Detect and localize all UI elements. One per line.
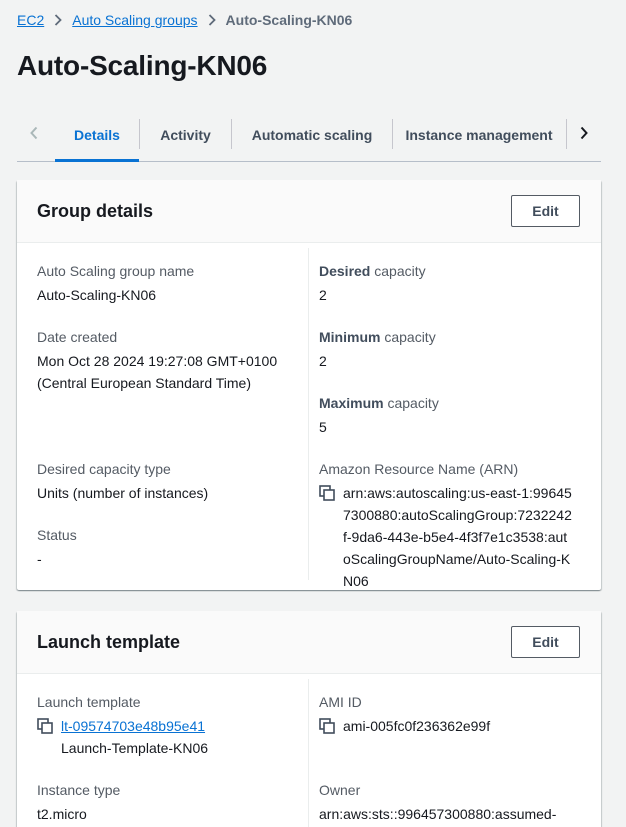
breadcrumb-ec2-link[interactable]: EC2 bbox=[17, 12, 44, 28]
minimum-capacity-label-bold: Minimum bbox=[319, 329, 381, 345]
owner-value: arn:aws:sts::996457300880:assumed- bbox=[319, 806, 557, 822]
minimum-capacity-label-rest: capacity bbox=[380, 329, 436, 345]
desired-capacity-type-value: Units (number of instances) bbox=[37, 485, 209, 501]
launch-template-id-row: lt-09574703e48b95e41 bbox=[37, 715, 208, 737]
tab-details[interactable]: Details bbox=[55, 110, 139, 162]
tab-automatic-scaling[interactable]: Automatic scaling bbox=[232, 110, 392, 160]
desired-capacity-type-label: Desired capacity type bbox=[37, 461, 171, 477]
launch-template-id-link[interactable]: lt-09574703e48b95e41 bbox=[61, 715, 205, 737]
chevron-left-icon bbox=[29, 126, 39, 145]
ami-id-field: AMI ID ami-005fc0f236362e99f bbox=[319, 691, 490, 737]
group-details-title: Group details bbox=[37, 201, 154, 221]
page-title: Auto-Scaling-KN06 bbox=[17, 50, 268, 81]
tab-activity[interactable]: Activity bbox=[140, 110, 231, 160]
desired-capacity-field: Desired capacity 2 bbox=[319, 260, 426, 306]
arn-value-row: arn:aws:autoscaling:us-east-1:9964573008… bbox=[319, 482, 573, 592]
copy-icon[interactable] bbox=[319, 715, 337, 737]
tab-scroll-right-button[interactable] bbox=[567, 110, 601, 160]
breadcrumb: EC2 Auto Scaling groups Auto-Scaling-KN0… bbox=[17, 10, 352, 30]
launch-template-field: Launch template lt-09574703e48b95e41 Lau… bbox=[37, 691, 208, 759]
launch-template-title: Launch template bbox=[37, 632, 181, 652]
maximum-capacity-field: Maximum capacity 5 bbox=[319, 392, 439, 438]
chevron-right-icon bbox=[54, 14, 63, 26]
breadcrumb-asg-link[interactable]: Auto Scaling groups bbox=[72, 12, 197, 28]
column-divider bbox=[308, 679, 309, 827]
date-created-value: Mon Oct 28 2024 19:27:08 GMT+0100 (Centr… bbox=[37, 350, 277, 394]
maximum-capacity-label-rest: capacity bbox=[383, 395, 439, 411]
column-divider bbox=[308, 248, 309, 580]
chevron-right-icon bbox=[579, 126, 589, 145]
status-label: Status bbox=[37, 527, 77, 543]
date-created-value-line2: (Central European Standard Time) bbox=[37, 375, 251, 391]
copy-icon[interactable] bbox=[319, 482, 337, 504]
maximum-capacity-label-bold: Maximum bbox=[319, 395, 384, 411]
date-created-label: Date created bbox=[37, 329, 118, 345]
tab-instance-management[interactable]: Instance management bbox=[393, 110, 565, 160]
breadcrumb-current: Auto-Scaling-KN06 bbox=[225, 12, 353, 28]
launch-template-panel: Launch template Edit Launch template lt-… bbox=[17, 611, 601, 827]
asg-name-label: Auto Scaling group name bbox=[37, 263, 195, 279]
status-value: - bbox=[37, 551, 42, 567]
arn-value: arn:aws:autoscaling:us-east-1:9964573008… bbox=[343, 485, 572, 589]
minimum-capacity-label: Minimum capacity bbox=[319, 326, 436, 348]
ami-id-row: ami-005fc0f236362e99f bbox=[319, 715, 490, 737]
instance-type-label: Instance type bbox=[37, 782, 121, 798]
launch-template-label: Launch template bbox=[37, 694, 141, 710]
group-details-edit-button[interactable]: Edit bbox=[511, 195, 580, 227]
instance-type-field: Instance type t2.micro bbox=[37, 779, 120, 825]
desired-capacity-value: 2 bbox=[319, 287, 327, 303]
asg-name-value: Auto-Scaling-KN06 bbox=[37, 287, 157, 303]
maximum-capacity-value: 5 bbox=[319, 419, 327, 435]
ami-id-value: ami-005fc0f236362e99f bbox=[343, 718, 491, 734]
arn-field: Amazon Resource Name (ARN) arn:aws:autos… bbox=[319, 458, 573, 592]
desired-capacity-label-bold: Desired bbox=[319, 263, 371, 279]
chevron-right-icon bbox=[208, 14, 216, 26]
tab-scroll-left-button[interactable] bbox=[17, 110, 51, 160]
launch-template-name: Launch-Template-KN06 bbox=[61, 740, 209, 756]
minimum-capacity-field: Minimum capacity 2 bbox=[319, 326, 436, 372]
arn-label: Amazon Resource Name (ARN) bbox=[319, 461, 519, 477]
ami-id-label: AMI ID bbox=[319, 694, 362, 710]
desired-capacity-label-rest: capacity bbox=[370, 263, 426, 279]
tab-bar: Details Activity Automatic scaling Insta… bbox=[17, 110, 601, 162]
group-details-header: Group details Edit bbox=[17, 180, 601, 243]
desired-capacity-label: Desired capacity bbox=[319, 260, 426, 282]
date-created-value-line1: Mon Oct 28 2024 19:27:08 GMT+0100 bbox=[37, 353, 278, 369]
group-details-panel: Group details Edit Auto Scaling group na… bbox=[17, 180, 601, 590]
owner-label: Owner bbox=[319, 782, 361, 798]
instance-type-value: t2.micro bbox=[37, 806, 87, 822]
asg-name-field: Auto Scaling group name Auto-Scaling-KN0… bbox=[37, 260, 194, 306]
launch-template-header: Launch template Edit bbox=[17, 611, 601, 674]
launch-template-edit-button[interactable]: Edit bbox=[511, 626, 580, 658]
status-field: Status - bbox=[37, 524, 77, 570]
copy-icon[interactable] bbox=[37, 715, 55, 737]
desired-capacity-type-field: Desired capacity type Units (number of i… bbox=[37, 458, 208, 504]
date-created-field: Date created Mon Oct 28 2024 19:27:08 GM… bbox=[37, 326, 277, 394]
owner-field: Owner arn:aws:sts::996457300880:assumed- bbox=[319, 779, 556, 825]
minimum-capacity-value: 2 bbox=[319, 353, 327, 369]
maximum-capacity-label: Maximum capacity bbox=[319, 392, 439, 414]
